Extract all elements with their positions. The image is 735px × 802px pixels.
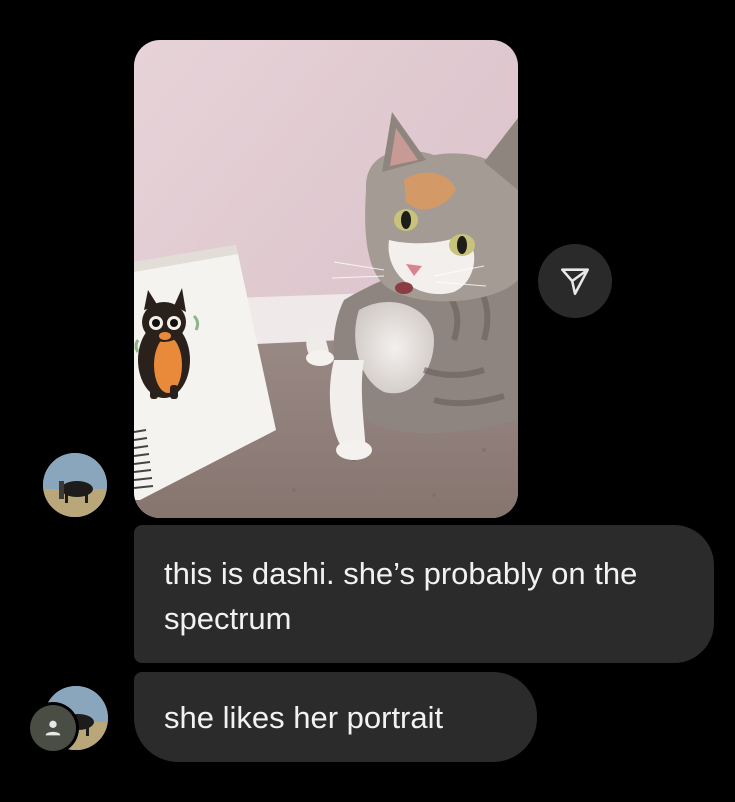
avatar-image xyxy=(43,453,107,517)
avatar[interactable] xyxy=(43,453,107,517)
share-button[interactable] xyxy=(538,244,612,318)
cat-photo xyxy=(134,40,518,518)
photo-message[interactable] xyxy=(134,40,518,518)
message-bubble[interactable]: this is dashi. she’s probably on the spe… xyxy=(134,525,714,663)
profile-badge[interactable] xyxy=(30,705,76,751)
person-icon xyxy=(45,720,61,736)
message-bubble[interactable]: she likes her portrait xyxy=(134,672,537,762)
message-text: she likes her portrait xyxy=(164,700,444,735)
paper-plane-icon xyxy=(560,268,590,296)
message-text: this is dashi. she’s probably on the spe… xyxy=(164,556,638,636)
